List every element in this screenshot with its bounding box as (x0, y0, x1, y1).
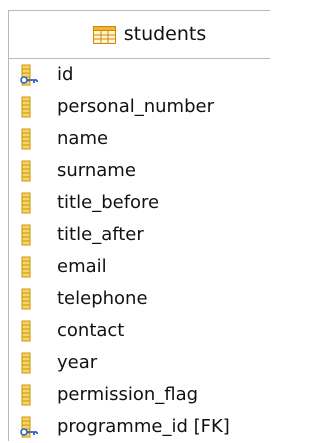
column-icon (19, 383, 41, 407)
column-label: year (57, 352, 98, 373)
column-icon (19, 223, 41, 247)
column-row-title-before[interactable]: title_before (9, 187, 270, 219)
column-label: id (57, 64, 74, 85)
column-row-permission-flag[interactable]: permission_flag (9, 379, 270, 411)
column-row-year[interactable]: year (9, 347, 270, 379)
column-label: name (57, 128, 109, 149)
column-label: permission_flag (57, 384, 199, 405)
column-icon (19, 127, 41, 151)
column-label: title_after (57, 224, 144, 245)
column-label: personal_number (57, 96, 214, 117)
column-row-surname[interactable]: surname (9, 155, 270, 187)
column-icon (19, 255, 41, 279)
column-icon (19, 159, 41, 183)
column-row-contact[interactable]: contact (9, 315, 270, 347)
table-name: students (123, 23, 207, 45)
column-icon (19, 287, 41, 311)
students-table-node[interactable]: students id personal_number name surname… (8, 10, 270, 441)
column-icon (19, 95, 41, 119)
column-row-email[interactable]: email (9, 251, 270, 283)
column-row-id[interactable]: id (9, 59, 270, 91)
column-label: contact (57, 320, 125, 341)
foreign-key-icon (19, 415, 41, 439)
column-label: telephone (57, 288, 148, 309)
column-label: email (57, 256, 107, 277)
column-row-title-after[interactable]: title_after (9, 219, 270, 251)
column-icon (19, 351, 41, 375)
column-row-personal-number[interactable]: personal_number (9, 91, 270, 123)
column-row-name[interactable]: name (9, 123, 270, 155)
column-label: programme_id [FK] (57, 416, 230, 437)
table-icon (92, 25, 116, 44)
column-list: id personal_number name surname title_be… (9, 59, 270, 443)
table-title: students (92, 23, 207, 45)
column-row-telephone[interactable]: telephone (9, 283, 270, 315)
table-header[interactable]: students (9, 11, 270, 59)
column-row-programme-id[interactable]: programme_id [FK] (9, 411, 270, 443)
column-label: surname (57, 160, 136, 181)
column-label: title_before (57, 192, 160, 213)
column-icon (19, 191, 41, 215)
primary-key-icon (19, 63, 41, 87)
column-icon (19, 319, 41, 343)
